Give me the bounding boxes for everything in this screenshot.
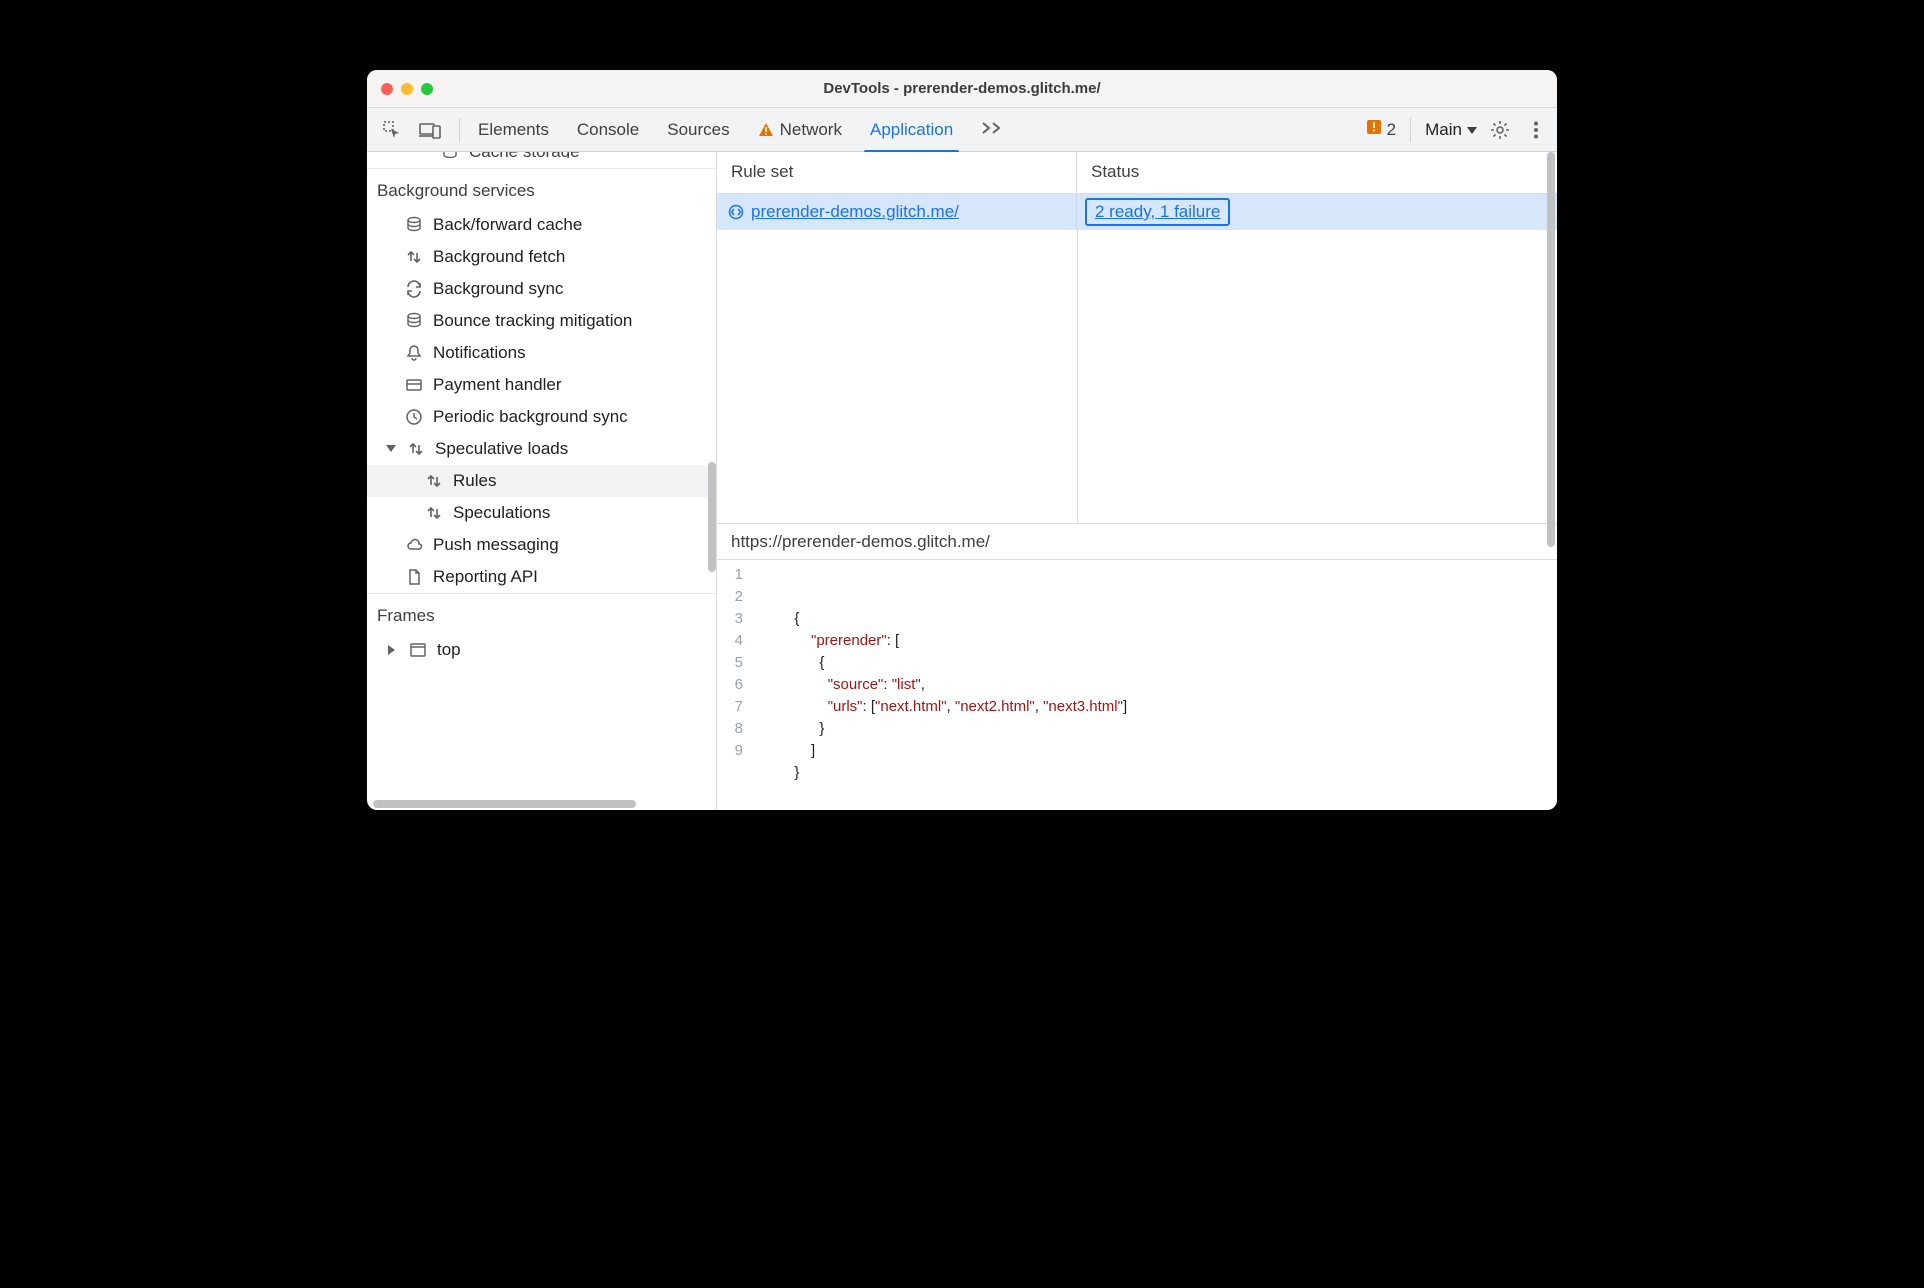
tab-console[interactable]: Console [577, 108, 639, 152]
db-icon [441, 152, 459, 158]
rules-panel: Rule set Status prerender-demos.glitch.m… [717, 152, 1557, 810]
sidebar-horizontal-scrollbar[interactable] [373, 800, 710, 808]
sidebar-item-periodic-bg-sync[interactable]: Periodic background sync [367, 401, 716, 433]
updown-icon [425, 472, 443, 490]
db-icon [405, 216, 423, 234]
clock-icon [405, 408, 423, 426]
issues-count: 2 [1387, 120, 1396, 140]
tab-elements[interactable]: Elements [478, 108, 549, 152]
rules-table-row[interactable]: prerender-demos.glitch.me/ 2 ready, 1 fa… [717, 194, 1557, 230]
cloud-icon [405, 536, 423, 554]
context-selector[interactable]: Main [1425, 120, 1477, 140]
inspect-element-icon[interactable] [379, 117, 405, 143]
sidebar-item-background-sync[interactable]: Background sync [367, 273, 716, 305]
code-viewer[interactable]: 1 2 3 4 5 6 7 8 9 { "prerender": [ { "so… [717, 560, 1557, 810]
device-toolbar-icon[interactable] [417, 117, 443, 143]
frame-icon [409, 641, 427, 659]
code-gutter: 1 2 3 4 5 6 7 8 9 [717, 560, 751, 810]
sync-icon [405, 280, 423, 298]
sidebar-item-cache-storage[interactable]: Cache storage [367, 152, 716, 158]
card-icon [405, 376, 423, 394]
updown-icon [407, 440, 425, 458]
sidebar-item-bounce-tracking[interactable]: Bounce tracking mitigation [367, 305, 716, 337]
context-label: Main [1425, 120, 1462, 140]
code-panel-header: https://prerender-demos.glitch.me/ [717, 524, 1557, 560]
code-icon [727, 203, 745, 221]
rules-table-header: Rule set Status [717, 152, 1557, 194]
triangle-right-icon [385, 645, 399, 655]
more-menu-icon[interactable] [1523, 117, 1549, 143]
divider [1410, 118, 1411, 142]
tab-sources[interactable]: Sources [667, 108, 729, 152]
bell-icon [405, 344, 423, 362]
chevron-double-right-icon [981, 120, 1003, 140]
tab-application[interactable]: Application [870, 108, 953, 152]
minimize-window-button[interactable] [401, 83, 413, 95]
triangle-down-icon [1467, 120, 1477, 140]
bg-services-header: Background services [367, 168, 716, 209]
rules-table-body: prerender-demos.glitch.me/ 2 ready, 1 fa… [717, 194, 1557, 524]
updown-icon [425, 504, 443, 522]
sidebar-item-background-fetch[interactable]: Background fetch [367, 241, 716, 273]
window-title: DevTools - prerender-demos.glitch.me/ [367, 80, 1557, 97]
sidebar-item-reporting-api[interactable]: Reporting API [367, 561, 716, 593]
traffic-lights [381, 83, 433, 95]
gear-icon[interactable] [1487, 117, 1513, 143]
frame-top[interactable]: top [367, 634, 716, 666]
updown-icon [405, 248, 423, 266]
tab-overflow[interactable] [981, 108, 1003, 152]
sidebar-item-speculations[interactable]: Speculations [367, 497, 716, 529]
code-content: { "prerender": [ { "source": "list", "ur… [751, 560, 1137, 810]
status-link[interactable]: 2 ready, 1 failure [1095, 202, 1220, 221]
divider [459, 118, 460, 142]
main-vertical-scrollbar[interactable] [1547, 152, 1555, 547]
close-window-button[interactable] [381, 83, 393, 95]
doc-icon [405, 568, 423, 586]
sidebar-item-payment-handler[interactable]: Payment handler [367, 369, 716, 401]
col-status-header[interactable]: Status [1077, 152, 1557, 193]
devtools-window: DevTools - prerender-demos.glitch.me/ El… [367, 70, 1557, 810]
table-empty-area [717, 230, 1557, 523]
frames-header: Frames [367, 593, 716, 634]
tab-network[interactable]: Network [758, 108, 842, 152]
issues-icon [1366, 119, 1382, 140]
window-titlebar: DevTools - prerender-demos.glitch.me/ [367, 70, 1557, 108]
zoom-window-button[interactable] [421, 83, 433, 95]
devtools-tabbar: Elements Console Sources Network Applica… [367, 108, 1557, 152]
application-sidebar: Cache storage Background services Back/f… [367, 152, 717, 810]
db-icon [405, 312, 423, 330]
sidebar-item-push-messaging[interactable]: Push messaging [367, 529, 716, 561]
sidebar-item-speculative-loads[interactable]: Speculative loads [367, 433, 716, 465]
sidebar-item-back-forward-cache[interactable]: Back/forward cache [367, 209, 716, 241]
sidebar-item-rules[interactable]: Rules [367, 465, 716, 497]
ruleset-link[interactable]: prerender-demos.glitch.me/ [751, 202, 959, 222]
issues-counter[interactable]: 2 [1366, 119, 1396, 140]
col-ruleset-header[interactable]: Rule set [717, 152, 1077, 193]
warning-icon [758, 122, 774, 138]
sidebar-item-notifications[interactable]: Notifications [367, 337, 716, 369]
triangle-down-icon [385, 445, 397, 453]
